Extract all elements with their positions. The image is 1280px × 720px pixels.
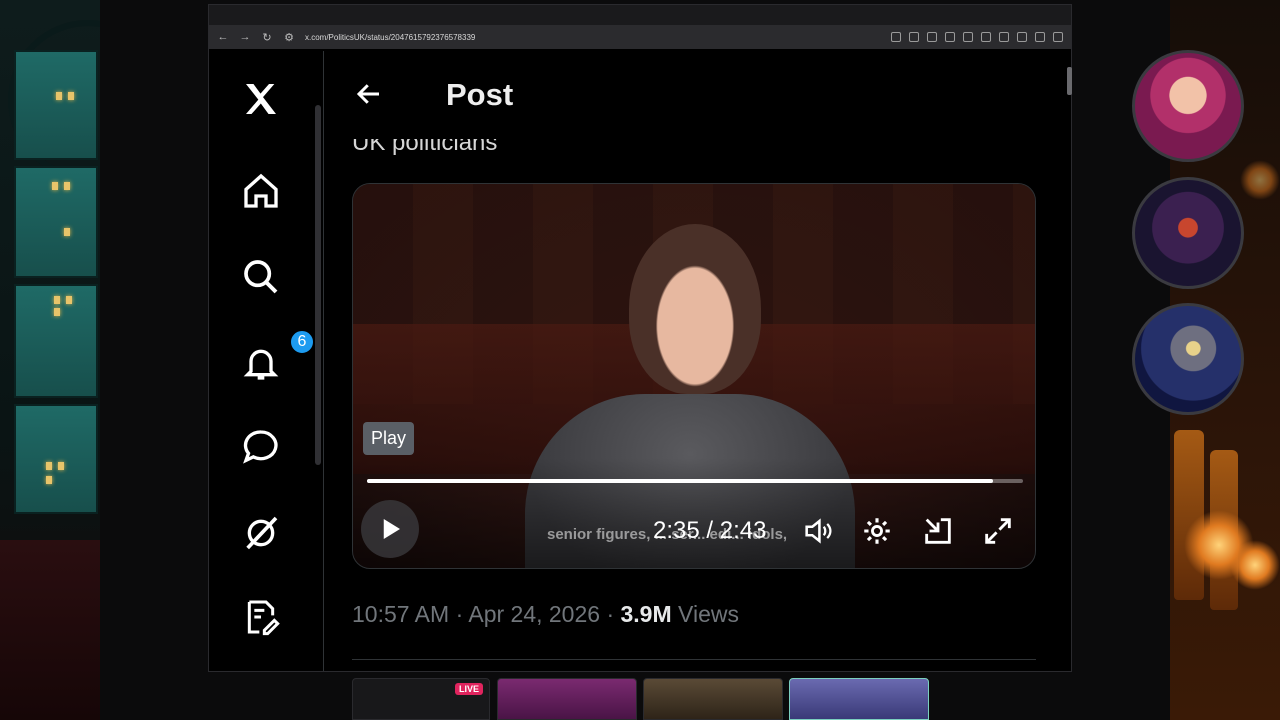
x-sidebar: 6 (209, 51, 321, 671)
volume-icon[interactable] (801, 514, 835, 548)
back-arrow-icon[interactable] (354, 79, 384, 109)
play-icon (383, 519, 400, 539)
guest-avatar (1132, 177, 1244, 289)
zoom-icon[interactable] (909, 32, 919, 42)
play-button[interactable] (361, 500, 419, 558)
browser-toolbar-icons (891, 32, 1063, 42)
extensions-puzzle-icon[interactable] (999, 32, 1009, 42)
video-progress-fill (367, 479, 993, 483)
video-time: 2:35 / 2:43 (653, 517, 767, 544)
reload-icon[interactable]: ↻ (261, 31, 273, 44)
profile-icon[interactable] (1035, 32, 1045, 42)
home-icon[interactable] (239, 169, 283, 213)
guest-avatar (1132, 303, 1244, 415)
desktop-stage: ← → ↻ ⚙ x.com/PoliticsUK/status/20476157… (0, 0, 1280, 720)
post-detail: Post UK politicians Play senior figures,… (324, 51, 1064, 671)
post-meta: 10:57 AM · Apr 24, 2026 · 3.9M Views (352, 601, 739, 628)
address-bar: ← → ↻ ⚙ x.com/PoliticsUK/status/20476157… (209, 25, 1071, 49)
search-icon[interactable] (239, 255, 283, 299)
post-timestamp[interactable]: 10:57 AM · Apr 24, 2026 · (352, 601, 621, 627)
browser-window: ← → ↻ ⚙ x.com/PoliticsUK/status/20476157… (208, 4, 1072, 672)
menu-icon[interactable] (1053, 32, 1063, 42)
url-field[interactable]: x.com/PoliticsUK/status/2047615792376578… (305, 33, 475, 42)
video-subject-face (629, 224, 761, 394)
thumbnail[interactable] (643, 678, 783, 720)
grok-icon[interactable] (239, 511, 283, 555)
thumbnail[interactable]: LIVE (352, 678, 490, 720)
page-scrollbar[interactable] (1067, 67, 1072, 95)
fullscreen-icon[interactable] (981, 514, 1015, 548)
extension-icon[interactable] (945, 32, 955, 42)
thumbnail[interactable] (497, 678, 637, 720)
x-logo-icon[interactable] (239, 77, 283, 121)
picture-in-picture-icon[interactable] (921, 514, 955, 548)
cast-icon[interactable] (891, 32, 901, 42)
streamer-avatar (1132, 50, 1244, 162)
bookmark-star-icon[interactable] (927, 32, 937, 42)
site-info-icon[interactable]: ⚙ (283, 31, 295, 44)
messages-icon[interactable] (239, 425, 283, 469)
views-label: Views (671, 601, 739, 627)
sidebar-scrollbar[interactable] (315, 105, 321, 465)
back-arrow-icon[interactable]: ← (217, 31, 229, 43)
compose-icon[interactable] (239, 595, 283, 639)
tab-strip[interactable] (209, 5, 1071, 25)
divider (352, 659, 1036, 660)
post-header: Post (324, 51, 1064, 139)
background-window-scene (0, 0, 100, 720)
settings-gear-icon[interactable] (860, 514, 894, 548)
notifications-icon[interactable]: 6 (239, 329, 315, 385)
video-progress-bar[interactable] (367, 479, 1023, 483)
live-badge: LIVE (454, 683, 483, 695)
forward-arrow-icon[interactable]: → (239, 31, 251, 43)
stream-thumbnails: LIVE (352, 678, 932, 720)
views-count: 3.9M (620, 601, 672, 627)
media-icon[interactable] (1017, 32, 1027, 42)
video-player[interactable]: Play senior figures, ... ser... edi... i… (352, 183, 1036, 569)
extension-icon[interactable] (981, 32, 991, 42)
extension-icon[interactable] (963, 32, 973, 42)
thumbnail[interactable] (789, 678, 929, 720)
play-tooltip: Play (363, 422, 415, 455)
notification-count-badge: 6 (289, 329, 315, 355)
page-title: Post (446, 77, 514, 112)
